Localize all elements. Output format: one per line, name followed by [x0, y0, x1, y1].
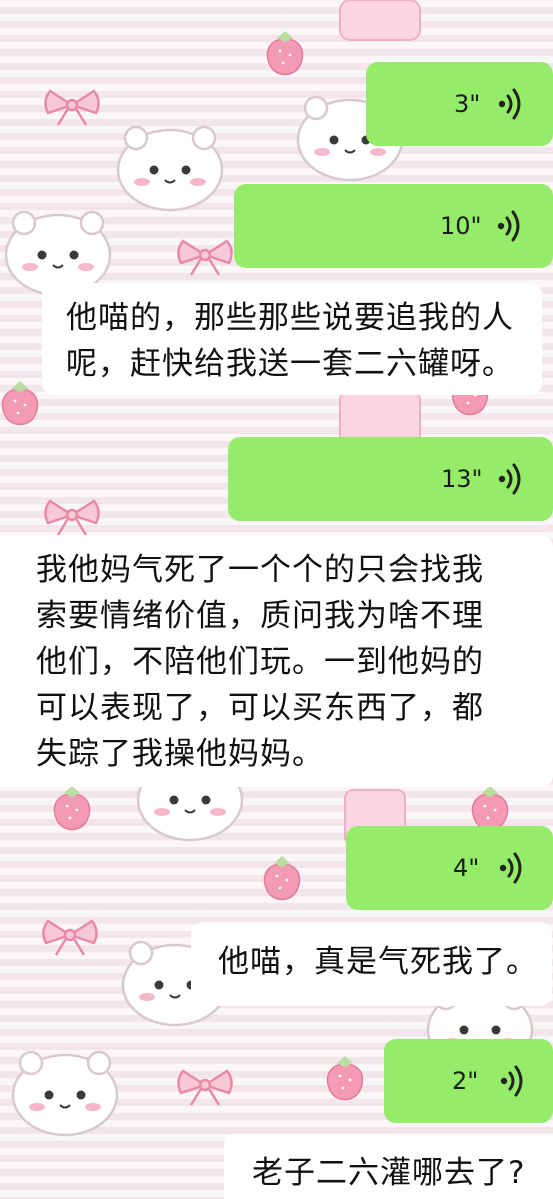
message-text: 我他妈气死了一个个的只会找我索要情绪价值，质问我为啥不理他们，不陪他们玩。一到他… — [36, 552, 484, 772]
voice-wave-icon — [500, 1064, 526, 1098]
voice-duration: 3" — [454, 90, 481, 118]
message-text: 老子二六灌哪去了? — [252, 1155, 526, 1191]
voice-wave-icon — [497, 209, 523, 243]
voice-duration: 10" — [440, 212, 482, 240]
voice-message-bubble[interactable]: 10" — [234, 184, 553, 268]
voice-message-bubble[interactable]: 4" — [346, 826, 553, 910]
text-message-bubble[interactable]: 他喵，真是气死我了。 — [191, 922, 552, 1006]
voice-message-bubble[interactable]: 2" — [384, 1039, 553, 1123]
voice-wave-icon — [498, 87, 524, 121]
text-message-bubble[interactable]: 老子二六灌哪去了? — [224, 1134, 553, 1199]
voice-duration: 4" — [453, 854, 480, 882]
voice-duration: 2" — [452, 1067, 479, 1095]
voice-duration: 13" — [441, 465, 483, 493]
voice-wave-icon — [499, 851, 525, 885]
voice-message-bubble[interactable]: 3" — [366, 62, 553, 146]
message-text: 他喵的，那些那些说要追我的人呢，赶快给我送一套二六罐呀。 — [66, 300, 514, 382]
voice-message-bubble[interactable]: 13" — [228, 437, 553, 521]
text-message-bubble[interactable]: 我他妈气死了一个个的只会找我索要情绪价值，质问我为啥不理他们，不陪他们玩。一到他… — [0, 535, 553, 787]
voice-wave-icon — [498, 462, 524, 496]
text-message-bubble[interactable]: 他喵的，那些那些说要追我的人呢，赶快给我送一套二六罐呀。 — [42, 283, 542, 395]
message-text: 他喵，真是气死我了。 — [218, 944, 538, 980]
